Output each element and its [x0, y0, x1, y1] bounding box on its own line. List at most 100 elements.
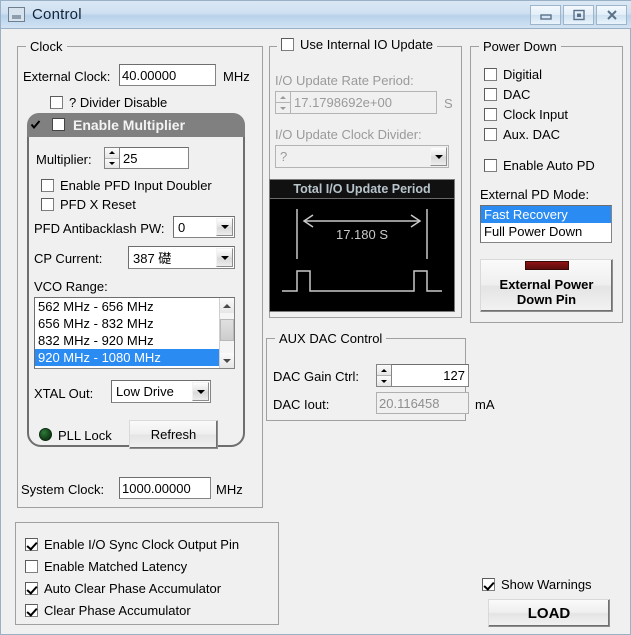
multiplier-spin-up[interactable]: [105, 148, 119, 159]
external-power-down-pin-line2: Down Pin: [516, 291, 577, 307]
dac-iout-value: 20.116458: [376, 392, 469, 414]
external-clock-unit: MHz: [223, 69, 250, 84]
scroll-up-icon[interactable]: [220, 298, 234, 313]
dac-gain-stepper[interactable]: 127: [376, 364, 469, 387]
pll-lock-label: PLL Lock: [58, 428, 112, 443]
pfd-input-doubler-checkbox[interactable]: Enable PFD Input Doubler: [41, 178, 212, 193]
pfd-x-reset-checkbox[interactable]: PFD X Reset: [41, 197, 136, 212]
pfd-antibacklash-value: 0: [178, 219, 186, 235]
vco-range-scrollbar[interactable]: [219, 298, 234, 368]
io-rate-period-spin-up[interactable]: [276, 92, 290, 103]
multiplier-spin-buttons[interactable]: [104, 147, 119, 169]
cp-current-value: 387 礎: [133, 251, 172, 266]
vco-range-items: 562 MHz - 656 MHz 656 MHz - 832 MHz 832 …: [35, 298, 219, 368]
refresh-label: Refresh: [150, 427, 197, 442]
window-restore-icon[interactable]: [8, 7, 25, 22]
use-internal-io-update-checkbox[interactable]: Use Internal IO Update: [277, 37, 437, 52]
total-io-update-period-waveform: 17.180 S: [270, 199, 454, 310]
power-down-digital-label: Digitial: [503, 67, 543, 82]
clock-group-legend: Clock: [26, 39, 67, 54]
list-item[interactable]: Full Power Down: [481, 223, 611, 240]
enable-multiplier-checkbox[interactable]: [52, 118, 65, 131]
power-down-clock-input-checkbox[interactable]: Clock Input: [484, 107, 568, 122]
pfd-antibacklash-label: PFD Antibacklash PW:: [34, 221, 165, 236]
io-rate-period-stepper[interactable]: 17.1798692e+00: [275, 91, 437, 114]
show-warnings-label: Show Warnings: [501, 577, 592, 592]
list-item-selected[interactable]: 920 MHz - 1080 MHz: [35, 349, 219, 366]
cp-current-combo[interactable]: 387 礎: [128, 246, 235, 269]
dac-gain-spin-buttons[interactable]: [376, 364, 391, 387]
pfd-x-reset-label: PFD X Reset: [60, 197, 136, 212]
dac-gain-input[interactable]: 127: [391, 364, 469, 387]
external-power-down-pin-button[interactable]: External Power Down Pin: [480, 259, 613, 312]
power-down-digital-checkbox[interactable]: Digitial: [484, 67, 542, 82]
clear-phase-accumulator-label: Clear Phase Accumulator: [44, 603, 191, 618]
maximize-button[interactable]: [563, 4, 594, 25]
total-io-update-period-title: Total I/O Update Period: [270, 180, 454, 199]
multiplier-spin-down[interactable]: [105, 158, 119, 168]
external-clock-label: External Clock:: [23, 69, 111, 84]
pll-lock-led: [39, 428, 52, 441]
checkbox-box: [25, 538, 38, 551]
scroll-track[interactable]: [220, 313, 234, 353]
checkbox-box: [484, 159, 497, 172]
system-clock-label: System Clock:: [21, 482, 105, 497]
external-power-down-pin-line1: External Power: [499, 276, 594, 292]
io-rate-period-spin-buttons[interactable]: [275, 91, 290, 114]
chevron-down-icon[interactable]: [192, 382, 209, 401]
checkbox-box: [50, 96, 63, 109]
chevron-down-icon[interactable]: [430, 147, 447, 166]
io-rate-period-spin-down[interactable]: [276, 103, 290, 113]
system-clock-input[interactable]: 1000.00000: [119, 477, 211, 499]
io-clock-divider-value: ?: [280, 149, 288, 164]
divider-disable-checkbox[interactable]: ? Divider Disable: [50, 95, 167, 110]
waveform-icon: [282, 209, 442, 292]
vco-range-label: VCO Range:: [34, 279, 108, 294]
external-pd-mode-listbox[interactable]: Fast Recovery Full Power Down: [480, 205, 612, 243]
io-rate-period-input[interactable]: 17.1798692e+00: [290, 91, 437, 114]
chevron-down-icon[interactable]: [216, 218, 233, 236]
multiplier-stepper[interactable]: 25: [104, 147, 189, 169]
list-item[interactable]: 832 MHz - 920 MHz: [35, 332, 219, 349]
dac-gain-spin-up[interactable]: [377, 365, 391, 376]
minimize-button[interactable]: [530, 4, 561, 25]
list-item-selected[interactable]: Fast Recovery: [481, 206, 611, 223]
pfd-antibacklash-combo[interactable]: 0: [173, 216, 235, 238]
enable-io-sync-clock-output-pin-label: Enable I/O Sync Clock Output Pin: [44, 537, 240, 552]
divider-disable-label: ? Divider Disable: [69, 95, 168, 110]
enable-io-sync-clock-output-pin-checkbox[interactable]: Enable I/O Sync Clock Output Pin: [25, 537, 239, 552]
clear-phase-accumulator-checkbox[interactable]: Clear Phase Accumulator: [25, 603, 191, 618]
list-item[interactable]: 562 MHz - 656 MHz: [35, 298, 219, 315]
enable-matched-latency-checkbox[interactable]: Enable Matched Latency: [25, 559, 187, 574]
checkbox-box: [484, 108, 497, 121]
xtal-out-value: Low Drive: [116, 384, 174, 399]
io-rate-period-label: I/O Update Rate Period:: [275, 73, 414, 88]
power-down-aux-dac-label: Aux. DAC: [503, 127, 561, 142]
enable-multiplier-header[interactable]: Enable Multiplier: [27, 113, 245, 137]
dac-gain-label: DAC Gain Ctrl:: [273, 369, 359, 384]
list-item[interactable]: 656 MHz - 832 MHz: [35, 315, 219, 332]
power-down-enable-auto-pd-checkbox[interactable]: Enable Auto PD: [484, 158, 595, 173]
power-down-clock-input-label: Clock Input: [503, 107, 569, 122]
auto-clear-phase-accumulator-checkbox[interactable]: Auto Clear Phase Accumulator: [25, 581, 221, 596]
close-button[interactable]: [596, 4, 627, 25]
vco-range-listbox[interactable]: 562 MHz - 656 MHz 656 MHz - 832 MHz 832 …: [34, 297, 235, 369]
dac-gain-spin-down[interactable]: [377, 376, 391, 386]
scroll-down-icon[interactable]: [220, 353, 234, 368]
power-down-aux-dac-checkbox[interactable]: Aux. DAC: [484, 127, 560, 142]
refresh-button[interactable]: Refresh: [129, 420, 218, 449]
checkbox-box: [25, 604, 38, 617]
load-label: LOAD: [527, 604, 571, 622]
load-button[interactable]: LOAD: [488, 599, 610, 627]
chevron-down-icon[interactable]: [216, 248, 233, 267]
power-down-dac-checkbox[interactable]: DAC: [484, 87, 530, 102]
external-clock-input[interactable]: 40.00000: [119, 64, 216, 86]
external-power-down-pin-led: [524, 260, 569, 270]
scroll-thumb[interactable]: [220, 319, 234, 341]
show-warnings-checkbox[interactable]: Show Warnings: [482, 577, 592, 592]
external-pd-mode-items: Fast Recovery Full Power Down: [481, 206, 611, 242]
io-clock-divider-combo[interactable]: ?: [275, 145, 449, 168]
cp-current-label: CP Current:: [34, 251, 103, 266]
xtal-out-combo[interactable]: Low Drive: [111, 380, 211, 403]
multiplier-input[interactable]: 25: [119, 147, 189, 169]
